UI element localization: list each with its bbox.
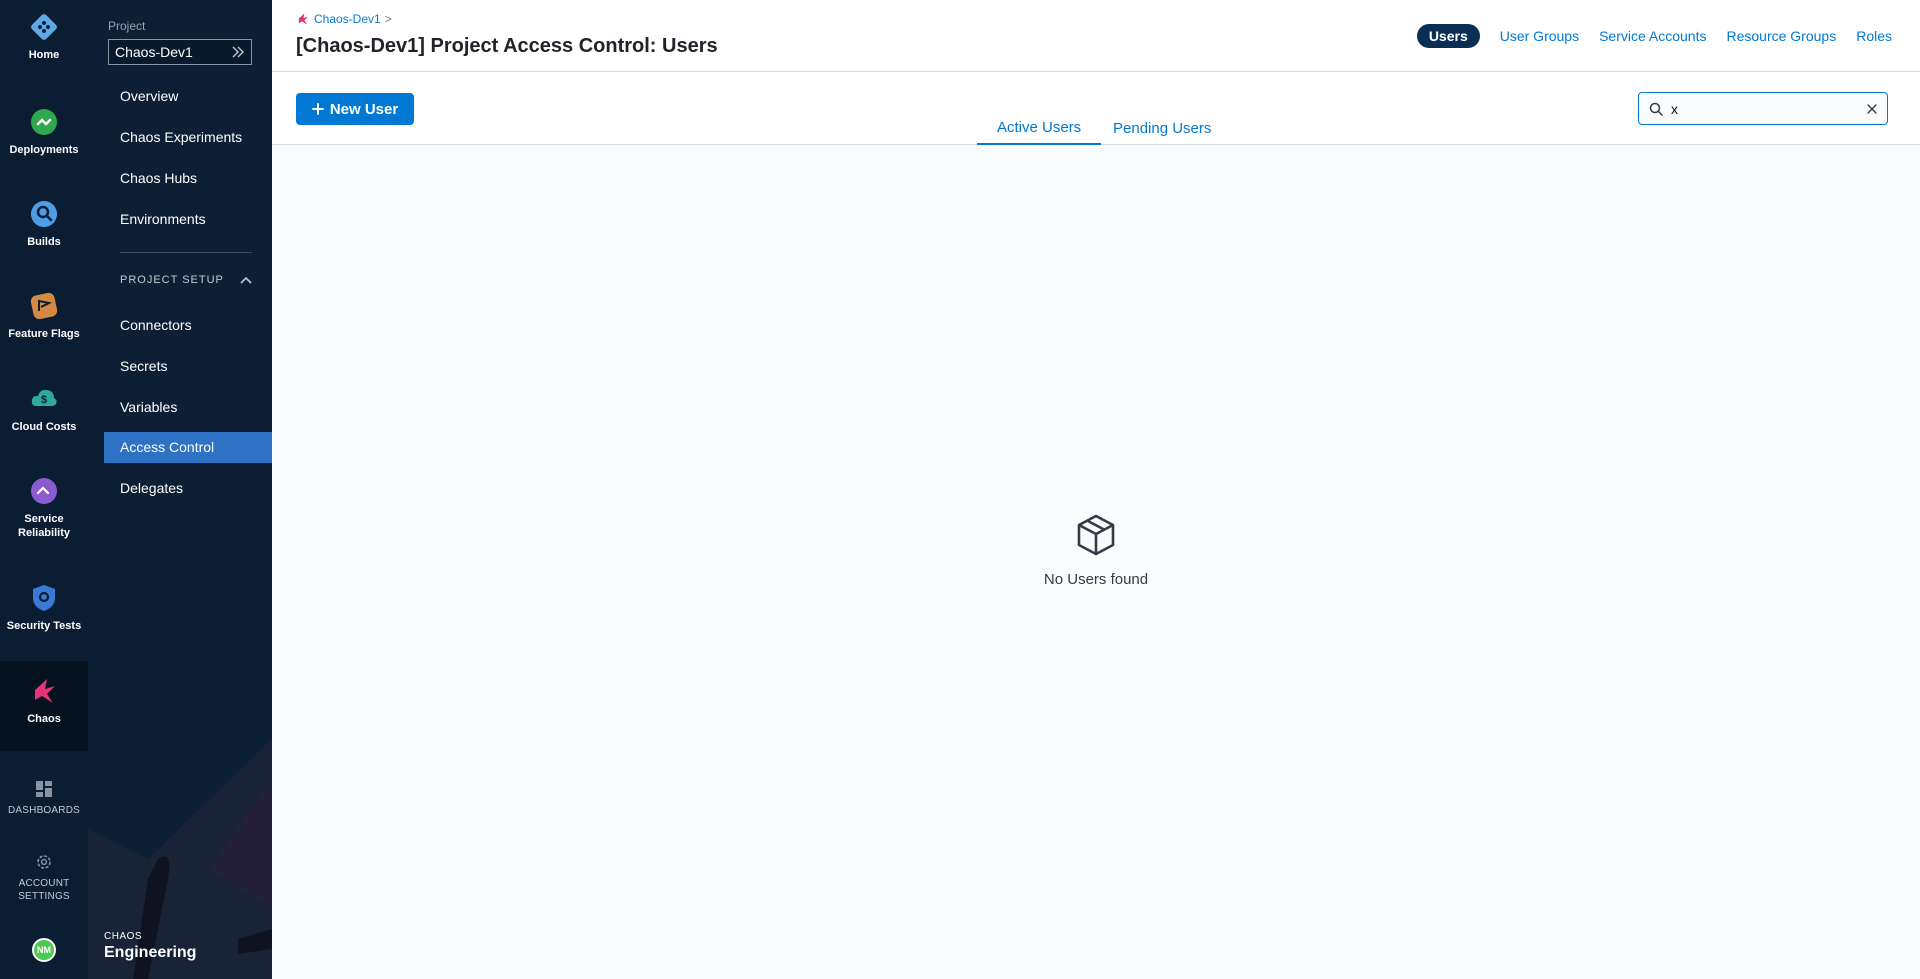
search-icon bbox=[1649, 102, 1663, 116]
new-user-label: New User bbox=[329, 100, 399, 118]
service-reliability-icon bbox=[31, 478, 57, 504]
toolbar: New User Active Users Pending Users x bbox=[272, 72, 1920, 145]
feature-flags-icon bbox=[30, 292, 58, 320]
breadcrumb-separator: > bbox=[384, 12, 392, 26]
rail-chaos[interactable]: Chaos bbox=[0, 661, 88, 751]
project-name: Chaos-Dev1 bbox=[115, 44, 193, 60]
rail-cloud-costs-label: Cloud Costs bbox=[11, 421, 77, 433]
rail-builds-label: Builds bbox=[27, 236, 61, 248]
project-nav: Project Chaos-Dev1 Overview Chaos Experi… bbox=[88, 0, 272, 979]
builds-icon bbox=[31, 201, 57, 227]
module-footer-small: CHAOS bbox=[104, 931, 143, 942]
tab-active-users[interactable]: Active Users bbox=[977, 119, 1102, 145]
project-setup-title: PROJECT SETUP bbox=[120, 274, 224, 286]
chaos-icon bbox=[35, 679, 55, 703]
rail-dashboards-label: DASHBOARDS bbox=[7, 805, 80, 816]
rail-feature-flags-label: Feature Flags bbox=[8, 328, 80, 340]
nav-access-control-label: Access Control bbox=[120, 439, 215, 455]
home-icon bbox=[31, 14, 57, 40]
avatar[interactable]: NM bbox=[32, 938, 56, 962]
empty-state: No Users found bbox=[272, 513, 1920, 588]
plus-icon bbox=[311, 103, 324, 115]
project-setup-toggle[interactable]: PROJECT SETUP bbox=[120, 274, 252, 286]
page-header: Chaos-Dev1 > [Chaos-Dev1] Project Access… bbox=[272, 0, 1920, 72]
security-tests-icon bbox=[33, 585, 55, 611]
tab-users[interactable]: Users bbox=[1416, 24, 1480, 48]
page-title: [Chaos-Dev1] Project Access Control: Use… bbox=[296, 35, 718, 57]
rail-security-tests-label: Security Tests bbox=[6, 620, 82, 632]
nav-overview[interactable]: Overview bbox=[120, 88, 178, 104]
module-footer-large: Engineering bbox=[104, 944, 197, 961]
nav-variables[interactable]: Variables bbox=[120, 399, 177, 415]
rail-deployments[interactable]: Deployments bbox=[0, 107, 88, 157]
rail-dashboards[interactable]: DASHBOARDS bbox=[0, 780, 88, 817]
search-value[interactable]: x bbox=[1671, 101, 1859, 117]
svg-text:$: $ bbox=[41, 394, 47, 406]
rail-home-label: Home bbox=[28, 49, 60, 61]
rail-home[interactable]: Home bbox=[0, 12, 88, 62]
dashboards-icon bbox=[36, 781, 52, 797]
deployments-icon bbox=[31, 109, 57, 135]
breadcrumb[interactable]: Chaos-Dev1 > bbox=[296, 12, 392, 26]
rail-account-settings-label: ACCOUNT SETTINGS bbox=[18, 878, 70, 902]
nav-access-control[interactable]: Access Control bbox=[104, 432, 272, 463]
nav-delegates[interactable]: Delegates bbox=[120, 480, 183, 496]
tab-pending-users[interactable]: Pending Users bbox=[1113, 120, 1211, 137]
rail-feature-flags[interactable]: Feature Flags bbox=[0, 291, 88, 341]
tab-service-accounts[interactable]: Service Accounts bbox=[1599, 24, 1706, 48]
cloud-costs-icon: $ bbox=[31, 389, 57, 406]
empty-box-icon bbox=[1077, 514, 1115, 556]
users-list-area: No Users found bbox=[272, 145, 1920, 979]
project-label: Project bbox=[108, 19, 146, 33]
rail-service-reliability-label: Service Reliability bbox=[18, 513, 70, 539]
breadcrumb-project[interactable]: Chaos-Dev1 bbox=[314, 12, 381, 26]
double-chevron-right-icon bbox=[232, 46, 244, 58]
nav-chaos-hubs[interactable]: Chaos Hubs bbox=[120, 170, 197, 186]
rail-deployments-label: Deployments bbox=[9, 144, 79, 156]
nav-secrets[interactable]: Secrets bbox=[120, 358, 167, 374]
module-rail: Home Deployments Builds Feature Flags $ … bbox=[0, 0, 88, 979]
chaos-watermark bbox=[88, 739, 272, 979]
project-selector[interactable]: Chaos-Dev1 bbox=[108, 39, 252, 65]
nav-divider bbox=[120, 252, 252, 253]
rail-security-tests[interactable]: Security Tests bbox=[0, 583, 88, 633]
tab-roles[interactable]: Roles bbox=[1856, 24, 1892, 48]
tab-user-groups[interactable]: User Groups bbox=[1500, 24, 1579, 48]
gear-icon bbox=[37, 855, 51, 869]
chaos-icon bbox=[298, 13, 309, 25]
nav-connectors[interactable]: Connectors bbox=[120, 317, 192, 333]
tab-resource-groups[interactable]: Resource Groups bbox=[1726, 24, 1836, 48]
rail-account-settings[interactable]: ACCOUNT SETTINGS bbox=[0, 853, 88, 903]
new-user-button[interactable]: New User bbox=[296, 93, 414, 125]
nav-environments[interactable]: Environments bbox=[120, 211, 206, 227]
rail-cloud-costs[interactable]: $ Cloud Costs bbox=[0, 384, 88, 434]
empty-state-message: No Users found bbox=[1043, 571, 1149, 588]
chevron-up-icon bbox=[240, 276, 252, 284]
access-control-tabs: Users User Groups Service Accounts Resou… bbox=[1416, 24, 1892, 48]
search-input[interactable]: x bbox=[1638, 92, 1888, 125]
rail-builds[interactable]: Builds bbox=[0, 199, 88, 249]
clear-icon[interactable] bbox=[1867, 103, 1877, 114]
rail-chaos-label: Chaos bbox=[27, 713, 61, 725]
nav-chaos-experiments[interactable]: Chaos Experiments bbox=[120, 129, 242, 145]
rail-service-reliability[interactable]: Service Reliability bbox=[0, 476, 88, 540]
